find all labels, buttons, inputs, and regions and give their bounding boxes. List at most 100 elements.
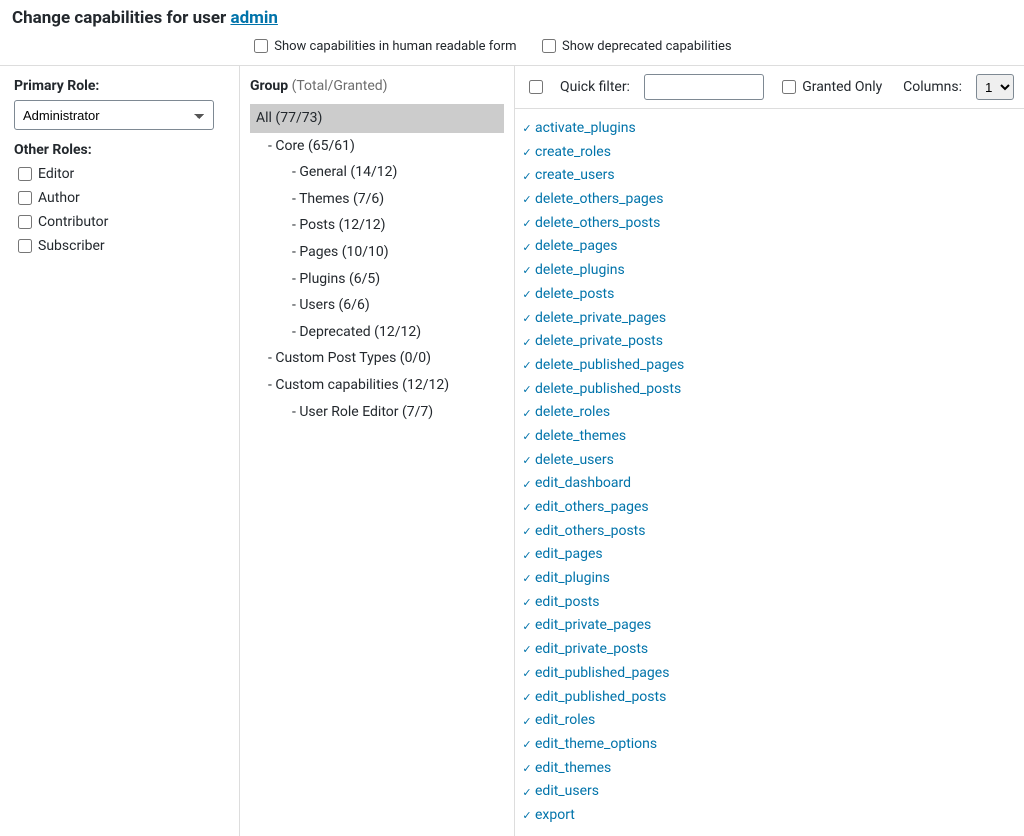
capability-row[interactable]: ✓edit_theme_options xyxy=(521,733,1024,757)
tree-subnode[interactable]: - User Role Editor (7/7) xyxy=(250,399,504,426)
capability-row[interactable]: ✓edit_plugins xyxy=(521,567,1024,591)
human-readable-label: Show capabilities in human readable form xyxy=(274,39,516,54)
tree-all[interactable]: All (77/73) xyxy=(250,104,504,133)
other-role-label: Editor xyxy=(38,166,74,182)
tree-subnode[interactable]: - General (14/12) xyxy=(250,159,504,186)
other-role-item[interactable]: Editor xyxy=(14,162,225,186)
other-role-label: Author xyxy=(38,190,80,206)
capability-row[interactable]: ✓edit_private_pages xyxy=(521,614,1024,638)
capability-name: edit_private_posts xyxy=(535,639,648,661)
columns-label: Columns: xyxy=(903,79,962,95)
capability-name: edit_roles xyxy=(535,710,595,732)
capability-row[interactable]: ✓create_roles xyxy=(521,141,1024,165)
tree-subnode[interactable]: - Plugins (6/5) xyxy=(250,266,504,293)
option-human-readable[interactable]: Show capabilities in human readable form xyxy=(250,36,517,56)
capability-row[interactable]: ✓edit_others_posts xyxy=(521,520,1024,544)
capability-name: delete_posts xyxy=(535,284,614,306)
filter-bar: Quick filter: Granted Only Columns: 1 xyxy=(515,66,1024,109)
tree-subnode[interactable]: - Posts (12/12) xyxy=(250,212,504,239)
check-icon: ✓ xyxy=(521,618,533,635)
check-icon: ✓ xyxy=(521,523,533,540)
group-header: Group (Total/Granted) xyxy=(250,78,504,94)
capabilities-list: ✓activate_plugins✓create_roles✓create_us… xyxy=(515,109,1024,836)
capability-name: delete_roles xyxy=(535,402,610,424)
tree-subnode[interactable]: - Pages (10/10) xyxy=(250,239,504,266)
check-icon: ✓ xyxy=(521,736,533,753)
capability-row[interactable]: ✓edit_themes xyxy=(521,757,1024,781)
quick-filter-input[interactable] xyxy=(644,74,764,100)
capability-row[interactable]: ✓delete_published_pages xyxy=(521,354,1024,378)
tree-node[interactable]: - Custom Post Types (0/0) xyxy=(250,345,504,372)
columns-select[interactable]: 1 xyxy=(976,74,1014,100)
select-all-checkbox[interactable] xyxy=(529,80,543,94)
check-icon: ✓ xyxy=(521,310,533,327)
capability-row[interactable]: ✓delete_private_posts xyxy=(521,330,1024,354)
capability-name: delete_users xyxy=(535,450,614,472)
check-icon: ✓ xyxy=(521,594,533,611)
check-icon: ✓ xyxy=(521,689,533,706)
tree-subnode[interactable]: - Deprecated (12/12) xyxy=(250,319,504,346)
page-title: Change capabilities for user admin xyxy=(0,0,1024,32)
capability-name: edit_posts xyxy=(535,592,600,614)
capability-row[interactable]: ✓edit_posts xyxy=(521,591,1024,615)
granted-only-option[interactable]: Granted Only xyxy=(778,77,882,97)
other-role-checkbox[interactable] xyxy=(18,215,32,229)
capability-row[interactable]: ✓delete_pages xyxy=(521,235,1024,259)
capability-row[interactable]: ✓delete_roles xyxy=(521,401,1024,425)
capability-row[interactable]: ✓edit_roles xyxy=(521,709,1024,733)
primary-role-select[interactable]: Administrator xyxy=(14,100,214,130)
other-role-checkbox[interactable] xyxy=(18,191,32,205)
check-icon: ✓ xyxy=(521,286,533,303)
other-role-item[interactable]: Author xyxy=(14,186,225,210)
capability-name: edit_published_pages xyxy=(535,663,669,685)
capability-row[interactable]: ✓delete_published_posts xyxy=(521,378,1024,402)
other-role-checkbox[interactable] xyxy=(18,239,32,253)
capability-name: delete_others_posts xyxy=(535,213,660,235)
capability-row[interactable]: ✓delete_themes xyxy=(521,425,1024,449)
capability-row[interactable]: ✓delete_plugins xyxy=(521,259,1024,283)
granted-only-checkbox[interactable] xyxy=(782,80,796,94)
capability-row[interactable]: ✓delete_others_pages xyxy=(521,188,1024,212)
show-deprecated-label: Show deprecated capabilities xyxy=(562,39,732,54)
capability-row[interactable]: ✓edit_published_posts xyxy=(521,686,1024,710)
capability-name: edit_published_posts xyxy=(535,687,666,709)
capability-row[interactable]: ✓edit_others_pages xyxy=(521,496,1024,520)
title-prefix: Change capabilities for user xyxy=(12,8,230,28)
capability-row[interactable]: ✓export xyxy=(521,804,1024,828)
group-title: Group xyxy=(250,78,288,94)
check-icon: ✓ xyxy=(521,476,533,493)
capability-row[interactable]: ✓delete_users xyxy=(521,449,1024,473)
capabilities-panel: Quick filter: Granted Only Columns: 1 ✓a… xyxy=(515,66,1024,836)
capability-name: edit_theme_options xyxy=(535,734,657,756)
tree-subnode[interactable]: - Users (6/6) xyxy=(250,292,504,319)
check-icon: ✓ xyxy=(521,334,533,351)
capability-row[interactable]: ✓edit_pages xyxy=(521,543,1024,567)
capability-row[interactable]: ✓delete_private_pages xyxy=(521,307,1024,331)
title-user-link[interactable]: admin xyxy=(230,8,277,28)
primary-role-label: Primary Role: xyxy=(14,78,225,94)
capability-name: delete_pages xyxy=(535,236,617,258)
tree-node[interactable]: - Custom capabilities (12/12) xyxy=(250,372,504,399)
check-icon: ✓ xyxy=(521,499,533,516)
human-readable-checkbox[interactable] xyxy=(254,39,268,53)
capability-name: edit_private_pages xyxy=(535,615,651,637)
other-role-item[interactable]: Contributor xyxy=(14,210,225,234)
other-role-checkbox[interactable] xyxy=(18,167,32,181)
check-icon: ✓ xyxy=(521,405,533,422)
option-show-deprecated[interactable]: Show deprecated capabilities xyxy=(538,36,732,56)
capability-row[interactable]: ✓activate_plugins xyxy=(521,117,1024,141)
show-deprecated-checkbox[interactable] xyxy=(542,39,556,53)
capability-row[interactable]: ✓edit_users xyxy=(521,780,1024,804)
capability-row[interactable]: ✓create_users xyxy=(521,164,1024,188)
tree-node[interactable]: - Core (65/61) xyxy=(250,133,504,160)
capability-row[interactable]: ✓edit_private_posts xyxy=(521,638,1024,662)
tree-subnode[interactable]: - Themes (7/6) xyxy=(250,186,504,213)
capability-row[interactable]: ✓edit_published_pages xyxy=(521,662,1024,686)
sidebar-roles: Primary Role: Administrator Other Roles:… xyxy=(0,66,240,836)
check-icon: ✓ xyxy=(521,665,533,682)
other-role-item[interactable]: Subscriber xyxy=(14,234,225,258)
capability-row[interactable]: ✓edit_dashboard xyxy=(521,472,1024,496)
capability-row[interactable]: ✓delete_posts xyxy=(521,283,1024,307)
group-subtitle: (Total/Granted) xyxy=(292,78,388,94)
capability-row[interactable]: ✓delete_others_posts xyxy=(521,212,1024,236)
